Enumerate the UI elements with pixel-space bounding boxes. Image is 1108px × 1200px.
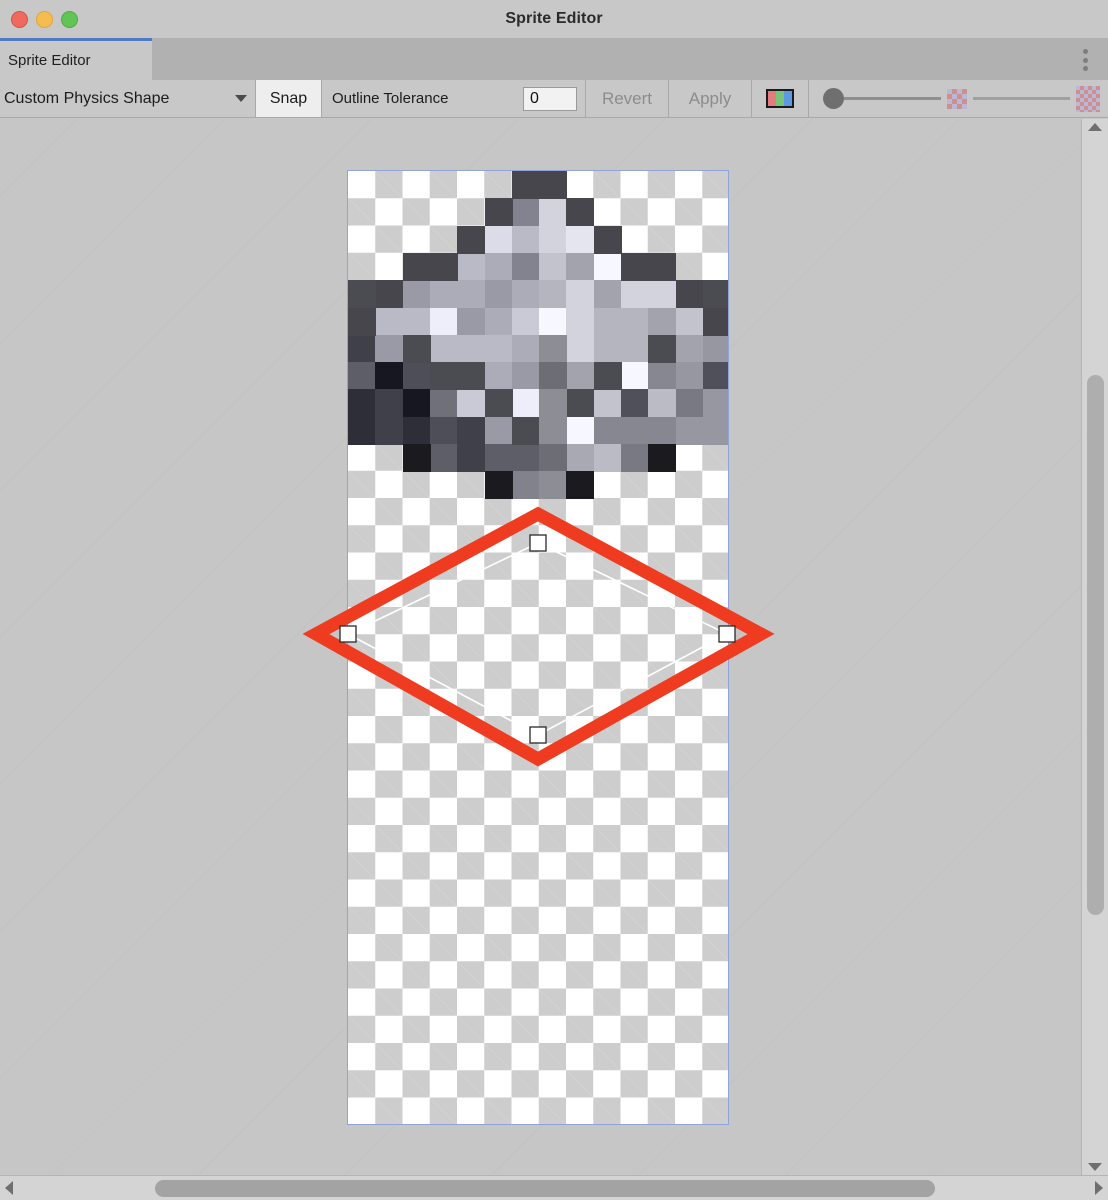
vertical-scrollbar[interactable]: [1081, 119, 1108, 1175]
tab-sprite-editor-label: Sprite Editor: [8, 52, 91, 69]
kebab-menu-icon[interactable]: [1082, 49, 1088, 71]
horizontal-scrollbar[interactable]: [0, 1175, 1108, 1200]
rgb-channels-icon: [766, 89, 794, 108]
mode-dropdown-label: Custom Physics Shape: [4, 89, 170, 107]
apply-button-label: Apply: [688, 88, 732, 108]
apply-button[interactable]: Apply: [669, 80, 751, 117]
tab-strip: Sprite Editor: [0, 38, 1108, 80]
vertical-scrollbar-thumb[interactable]: [1087, 375, 1104, 915]
sprite-canvas-area[interactable]: [0, 119, 1081, 1175]
snap-toggle-label: Snap: [269, 89, 308, 107]
triangle-up-icon[interactable]: [1088, 123, 1102, 131]
sprite-rect-border: [347, 170, 729, 1125]
window-titlebar: Sprite Editor: [0, 0, 1108, 38]
sprite-editor-toolbar: Custom Physics Shape Snap Outline Tolera…: [0, 80, 1108, 118]
tab-sprite-editor[interactable]: Sprite Editor: [0, 38, 152, 80]
outline-tolerance-group: Outline Tolerance 0: [322, 80, 585, 117]
view-sliders-group: [809, 80, 1108, 117]
window-title: Sprite Editor: [505, 10, 603, 27]
alpha-slider-track[interactable]: [973, 97, 1070, 100]
mode-dropdown[interactable]: Custom Physics Shape: [0, 80, 255, 117]
zoom-slider-handle[interactable]: [823, 88, 844, 109]
triangle-left-icon[interactable]: [5, 1181, 13, 1195]
triangle-right-icon[interactable]: [1095, 1181, 1103, 1195]
sprite-pixel-art: [348, 171, 728, 1124]
revert-button-label: Revert: [601, 88, 653, 108]
alpha-checker-small-icon: [947, 88, 967, 109]
chevron-down-icon: [235, 95, 247, 102]
alpha-checker-large-icon: [1076, 85, 1100, 112]
zoom-slider-track[interactable]: [844, 97, 941, 100]
revert-button[interactable]: Revert: [586, 80, 668, 117]
triangle-down-icon[interactable]: [1088, 1163, 1102, 1171]
outline-tolerance-input[interactable]: 0: [523, 86, 577, 111]
horizontal-scrollbar-thumb[interactable]: [155, 1180, 935, 1197]
rgb-channels-button[interactable]: [752, 80, 808, 117]
snap-toggle[interactable]: Snap: [256, 80, 321, 117]
outline-tolerance-label: Outline Tolerance: [332, 90, 449, 107]
